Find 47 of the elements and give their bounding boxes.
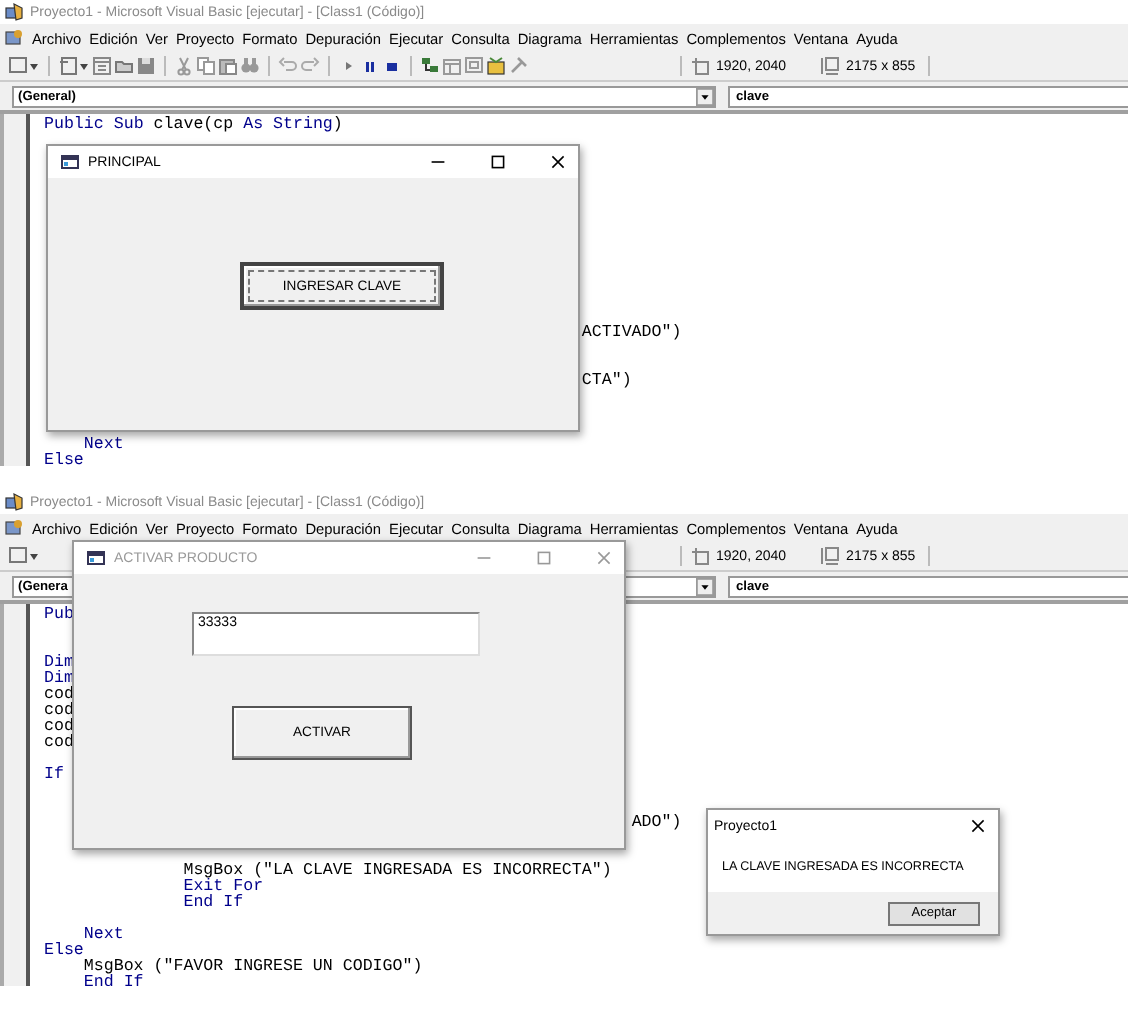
app-icon bbox=[4, 492, 24, 512]
size-icon bbox=[820, 546, 841, 566]
form-icon[interactable] bbox=[8, 56, 40, 76]
module-icon[interactable] bbox=[58, 56, 90, 76]
position-icon bbox=[690, 546, 710, 566]
folder-icon[interactable] bbox=[114, 56, 134, 76]
binoculars-icon[interactable] bbox=[240, 56, 260, 76]
app-icon[interactable] bbox=[4, 518, 24, 538]
app-icon[interactable] bbox=[4, 28, 24, 48]
size-icon bbox=[820, 56, 841, 76]
code-line: Public Sub clave(cp As String) bbox=[44, 118, 343, 134]
form-icon[interactable] bbox=[8, 546, 40, 566]
code-line: End If bbox=[83, 976, 144, 986]
code-line: cod bbox=[44, 688, 74, 704]
menu-editor-icon[interactable] bbox=[92, 56, 112, 76]
code-line: Else bbox=[44, 944, 84, 960]
code-line: Next bbox=[83, 928, 124, 944]
pause-icon[interactable] bbox=[360, 56, 380, 76]
redo-icon[interactable] bbox=[300, 56, 320, 76]
clipboard-icon[interactable] bbox=[218, 56, 238, 76]
code-line: ACTIVADO") bbox=[581, 326, 682, 342]
maximize-button[interactable] bbox=[490, 154, 506, 170]
close-button[interactable] bbox=[550, 154, 566, 170]
code-line: cod bbox=[44, 720, 74, 736]
app-icon bbox=[4, 2, 24, 22]
scissors-icon[interactable] bbox=[174, 56, 194, 76]
form-layout-icon[interactable] bbox=[464, 56, 484, 76]
hammer-icon[interactable] bbox=[508, 56, 528, 76]
form-icon bbox=[86, 548, 106, 568]
position-icon bbox=[690, 56, 710, 76]
object-browser-icon[interactable] bbox=[486, 56, 506, 76]
code-line: MsgBox ("LA CLAVE INGRESADA ES INCORRECTA") bbox=[183, 864, 612, 880]
undo-icon[interactable] bbox=[278, 56, 298, 76]
code-line: MsgBox ("FAVOR INGRESE UN CODIGO") bbox=[83, 960, 423, 976]
code-line: ADO") bbox=[631, 816, 682, 832]
code-line: If bbox=[44, 768, 64, 784]
code-line: Next bbox=[83, 438, 124, 454]
form-icon bbox=[60, 152, 80, 172]
code-line: cod bbox=[44, 736, 74, 752]
code-line: Exit For bbox=[183, 880, 264, 896]
code-line: cod bbox=[44, 704, 74, 720]
copy-icon[interactable] bbox=[196, 56, 216, 76]
code-line: End If bbox=[183, 896, 244, 912]
code-line: Else bbox=[44, 454, 84, 466]
close-button[interactable] bbox=[970, 818, 986, 834]
project-explorer-icon[interactable] bbox=[420, 56, 440, 76]
code-line: CTA") bbox=[581, 374, 632, 390]
